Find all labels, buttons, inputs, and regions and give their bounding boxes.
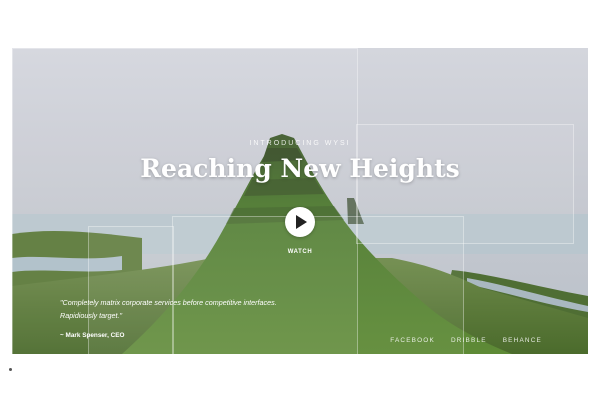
testimonial-author: ~ Mark Spenser, CEO (60, 332, 125, 339)
social-link-facebook[interactable]: FACEBOOK (390, 337, 435, 344)
watch-link[interactable]: WATCH (280, 249, 320, 255)
play-icon (296, 215, 307, 229)
social-link-dribble[interactable]: DRIBBLE (451, 337, 487, 344)
play-button[interactable] (285, 207, 315, 237)
overlay-panel (172, 216, 464, 354)
hero-eyebrow: INTRODUCING WYSI (249, 140, 351, 147)
social-link-behance[interactable]: BEHANCE (503, 337, 542, 344)
social-links: FACEBOOK DRIBBLE BEHANCE (390, 337, 542, 344)
hero-title: Reaching New Heights (140, 154, 460, 183)
hero-section: INTRODUCING WYSI Reaching New Heights WA… (12, 48, 588, 354)
testimonial-quote: "Completely matrix corporate services be… (60, 298, 277, 320)
page-marker (9, 368, 12, 371)
